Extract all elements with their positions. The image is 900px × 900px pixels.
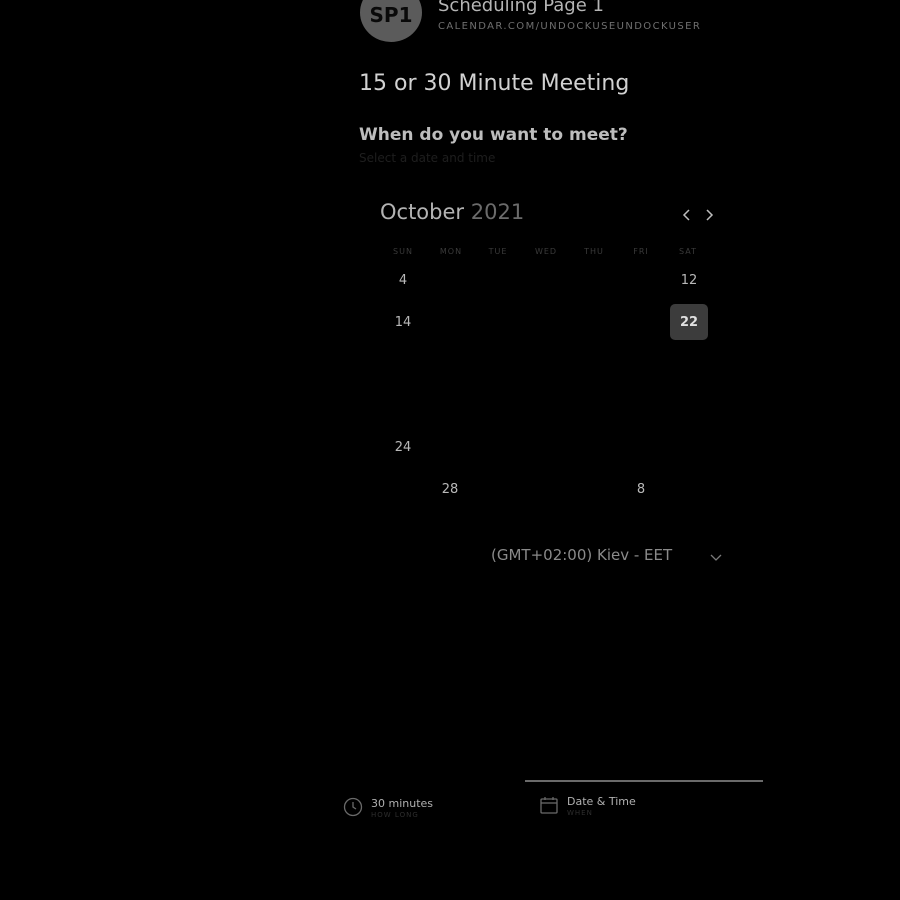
weekday-fri: FRI [633,247,649,256]
step-date-time-sub: WHEN [567,809,593,817]
chevron-left-icon [682,209,690,221]
clock-icon [343,797,363,817]
avatar: SP1 [360,0,422,42]
step-duration[interactable]: 30 minutes HOW LONG [343,797,433,819]
weekday-mon: MON [439,247,463,256]
meeting-hint: Select a date and time [359,151,496,165]
calendar-month-label: October 2021 [380,200,524,224]
calendar-day-selected[interactable]: 22 [670,304,708,340]
scheduling-page-title: Scheduling Page 1 [438,0,604,16]
scheduling-page: SP1 Scheduling Page 1 CALENDAR.COM/UNDOC… [0,0,900,900]
meeting-question: When do you want to meet? [359,125,628,145]
next-month-button[interactable] [700,205,718,225]
calendar-day[interactable]: 4 [384,262,422,298]
step-progress-divider [525,780,763,782]
chevron-right-icon [706,209,714,221]
step-date-time-label: Date & Time [567,795,636,808]
step-duration-label: 30 minutes [371,797,434,810]
weekday-sat: SAT [679,247,697,256]
weekday-tue: TUE [488,247,508,256]
calendar-day[interactable]: 14 [384,304,422,340]
weekday-thu: THU [584,247,604,256]
step-date-time[interactable]: Date & Time WHEN [539,795,636,817]
meeting-title: 15 or 30 Minute Meeting [359,71,630,96]
calendar-day[interactable]: 8 [622,471,660,507]
calendar-month: October [380,200,465,224]
scheduling-page-url[interactable]: CALENDAR.COM/UNDOCKUSEUNDOCKUSER [438,21,701,32]
calendar-day[interactable]: 28 [431,471,469,507]
calendar-day[interactable]: 24 [384,429,422,465]
weekday-sun: SUN [393,247,413,256]
calendar-year: 2021 [470,200,525,224]
step-duration-sub: HOW LONG [371,811,419,819]
avatar-initials: SP1 [369,2,413,27]
chevron-down-icon[interactable] [709,550,723,564]
timezone-select[interactable]: (GMT+02:00) Kiev - EET [491,546,672,564]
calendar-icon [540,797,558,814]
weekday-wed: WED [534,247,558,256]
calendar-day[interactable]: 12 [670,262,708,298]
prev-month-button[interactable] [678,205,696,225]
